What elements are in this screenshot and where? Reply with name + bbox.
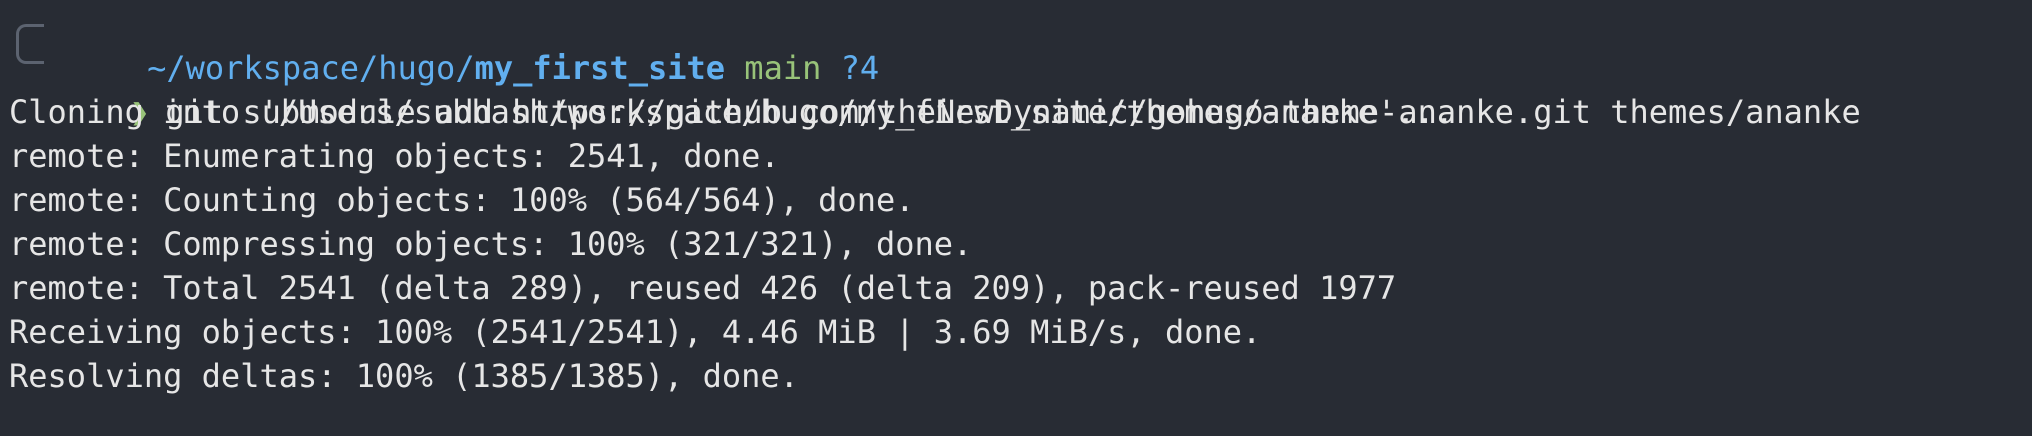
output-line: remote: Total 2541 (delta 289), reused 4… <box>9 269 1397 307</box>
prompt-bracket <box>16 24 44 64</box>
output-line: remote: Counting objects: 100% (564/564)… <box>9 181 915 219</box>
command-line[interactable]: ❯ git submodule add https://github.com/th… <box>53 46 1861 131</box>
terminal-window[interactable]: ~/workspace/hugo/my_first_site main ?4 ❯… <box>0 0 2032 436</box>
output-line: Receiving objects: 100% (2541/2541), 4.4… <box>9 313 1262 351</box>
output-line: remote: Compressing objects: 100% (321/3… <box>9 225 973 263</box>
prompt-info-line: ~/workspace/hugo/my_first_site main ?4 <box>70 2 879 87</box>
output-line: Resolving deltas: 100% (1385/1385), done… <box>9 357 799 395</box>
output-line: Cloning into '/Users/subhash/workspace/h… <box>9 93 1454 131</box>
output-line: remote: Enumerating objects: 2541, done. <box>9 137 780 175</box>
